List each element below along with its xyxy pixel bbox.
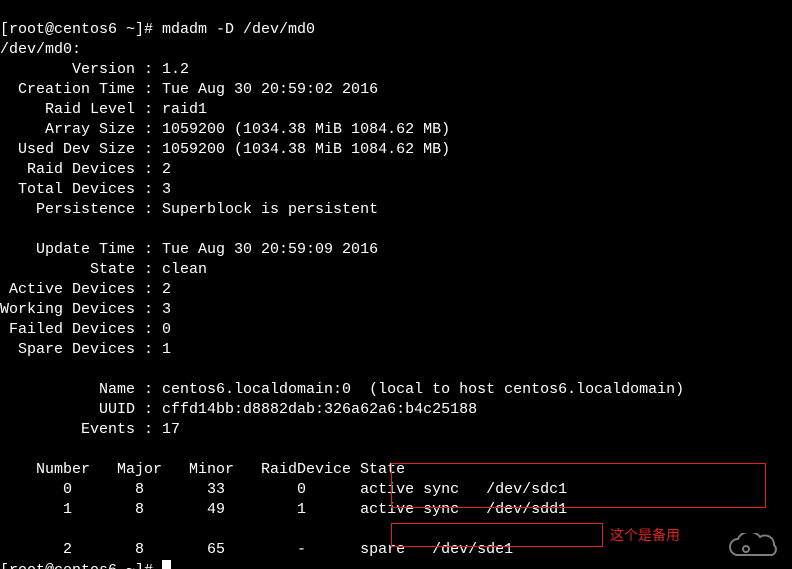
value-raid-level: raid1	[162, 101, 207, 118]
prompt: [root@centos6 ~]#	[0, 21, 162, 38]
table-row: 1 8 49 1	[0, 501, 360, 518]
value-update-time: Tue Aug 30 20:59:09 2016	[162, 241, 378, 258]
label-active-devices: Active Devices :	[0, 281, 162, 298]
table-row-state: active sync /dev/sdd1	[360, 501, 567, 518]
value-creation-time: Tue Aug 30 20:59:02 2016	[162, 81, 378, 98]
device-line: /dev/md0:	[0, 41, 81, 58]
table-header: Number Major Minor RaidDevice State	[0, 461, 405, 478]
value-used-dev-size: 1059200 (1034.38 MiB 1084.62 MB)	[162, 141, 450, 158]
watermark-logo-icon	[726, 533, 786, 563]
value-name: centos6.localdomain:0 (local to host cen…	[162, 381, 684, 398]
value-active-devices: 2	[162, 281, 171, 298]
value-raid-devices: 2	[162, 161, 171, 178]
label-raid-level: Raid Level :	[0, 101, 162, 118]
table-row: 0 8 33 0	[0, 481, 360, 498]
table-row: 2 8 65 -	[0, 541, 360, 558]
label-array-size: Array Size :	[0, 121, 162, 138]
annotation-spare: 这个是备用	[610, 525, 680, 545]
label-raid-devices: Raid Devices :	[0, 161, 162, 178]
value-state: clean	[162, 261, 207, 278]
label-uuid: UUID :	[0, 401, 162, 418]
value-persistence: Superblock is persistent	[162, 201, 378, 218]
value-events: 17	[162, 421, 180, 438]
value-failed-devices: 0	[162, 321, 171, 338]
table-row-state: active sync /dev/sdc1	[360, 481, 567, 498]
terminal-cursor[interactable]	[162, 560, 171, 569]
label-spare-devices: Spare Devices :	[0, 341, 162, 358]
value-uuid: cffd14bb:d8882dab:326a62a6:b4c25188	[162, 401, 477, 418]
value-spare-devices: 1	[162, 341, 171, 358]
label-events: Events :	[0, 421, 162, 438]
label-update-time: Update Time :	[0, 241, 162, 258]
label-used-dev-size: Used Dev Size :	[0, 141, 162, 158]
label-version: Version :	[0, 61, 162, 78]
label-failed-devices: Failed Devices :	[0, 321, 162, 338]
terminal-output: [root@centos6 ~]# mdadm -D /dev/md0 /dev…	[0, 0, 792, 569]
label-state: State :	[0, 261, 162, 278]
label-total-devices: Total Devices :	[0, 181, 162, 198]
label-creation-time: Creation Time :	[0, 81, 162, 98]
value-version: 1.2	[162, 61, 189, 78]
command-text: mdadm -D /dev/md0	[162, 21, 315, 38]
label-persistence: Persistence :	[0, 201, 162, 218]
label-name: Name :	[0, 381, 162, 398]
value-total-devices: 3	[162, 181, 171, 198]
table-row-state: spare /dev/sde1	[360, 541, 513, 558]
prompt: [root@centos6 ~]#	[0, 562, 162, 569]
value-array-size: 1059200 (1034.38 MiB 1084.62 MB)	[162, 121, 450, 138]
value-working-devices: 3	[162, 301, 171, 318]
label-working-devices: Working Devices :	[0, 301, 162, 318]
